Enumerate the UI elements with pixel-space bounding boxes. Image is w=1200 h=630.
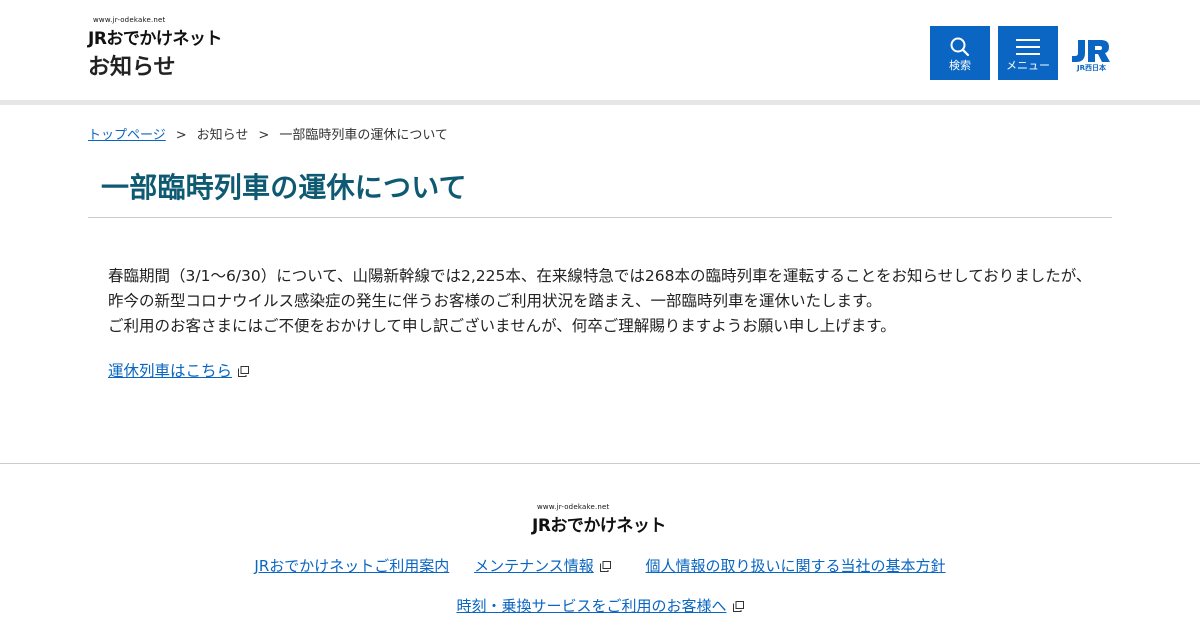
- search-button[interactable]: 検索: [930, 26, 990, 80]
- article-paragraph-2: ご利用のお客さまにはご不便をおかけして申し訳ございませんが、何卒ご理解賜りますよ…: [108, 317, 896, 335]
- menu-button-label: メニュー: [1006, 59, 1050, 72]
- suspended-trains-link-row: 運休列車はこちら: [108, 359, 250, 381]
- breadcrumb-section: お知らせ: [196, 128, 249, 143]
- site-logo[interactable]: www.jr-odekake.net JRおでかけネット: [88, 16, 238, 49]
- footer-divider: [0, 463, 1200, 464]
- footer-logo-text: JRおでかけネット: [532, 516, 666, 536]
- footer-link-timetable-service[interactable]: 時刻・乗換サービスをご利用のお客様へ: [456, 597, 726, 615]
- page-title: 一部臨時列車の運休について: [101, 171, 467, 204]
- jr-west-logo[interactable]: JR西日本: [1070, 38, 1114, 72]
- footer-link-privacy-policy[interactable]: 個人情報の取り扱いに関する当社の基本方針: [646, 557, 946, 575]
- footer-links-row2: 時刻・乗換サービスをご利用のお客様へ: [0, 595, 1200, 616]
- logo-url-text: www.jr-odekake.net: [93, 16, 166, 24]
- footer-link-usage-guide[interactable]: JRおでかけネットご利用案内: [254, 557, 449, 575]
- logo-text: JRおでかけネット: [88, 29, 222, 49]
- breadcrumb-separator: >: [258, 128, 270, 143]
- site-header: www.jr-odekake.net JRおでかけネット お知らせ 検索 メニュ…: [0, 0, 1200, 100]
- breadcrumb-home-link[interactable]: トップページ: [88, 128, 166, 143]
- header-divider: [0, 100, 1200, 105]
- footer-logo[interactable]: www.jr-odekake.net JRおでかけネット: [532, 503, 682, 536]
- jr-west-logo-text: JR西日本: [1077, 64, 1106, 72]
- external-link-icon: [599, 561, 611, 572]
- footer-logo-url-text: www.jr-odekake.net: [537, 503, 610, 511]
- article-paragraph-1: 春臨期間（3/1～6/30）について、山陽新幹線では2,225本、在来線特急では…: [108, 267, 1092, 310]
- external-link-icon: [238, 366, 250, 377]
- breadcrumb: トップページ > お知らせ > 一部臨時列車の運休について: [88, 124, 448, 143]
- search-icon: [950, 37, 970, 57]
- menu-button[interactable]: メニュー: [998, 26, 1058, 80]
- breadcrumb-separator: >: [175, 128, 187, 143]
- title-divider: [88, 217, 1112, 218]
- breadcrumb-current: 一部臨時列車の運休について: [279, 128, 448, 143]
- footer-link-maintenance[interactable]: メンテナンス情報: [474, 557, 594, 575]
- search-button-label: 検索: [949, 59, 971, 72]
- suspended-trains-link[interactable]: 運休列車はこちら: [108, 362, 232, 380]
- article-body: 春臨期間（3/1～6/30）について、山陽新幹線では2,225本、在来線特急では…: [108, 264, 1093, 339]
- hamburger-icon: [1016, 39, 1040, 55]
- external-link-icon: [732, 601, 744, 612]
- page-label: お知らせ: [88, 55, 176, 80]
- footer-links: JRおでかけネットご利用案内 メンテナンス情報 個人情報の取り扱いに関する当社の…: [0, 555, 1200, 576]
